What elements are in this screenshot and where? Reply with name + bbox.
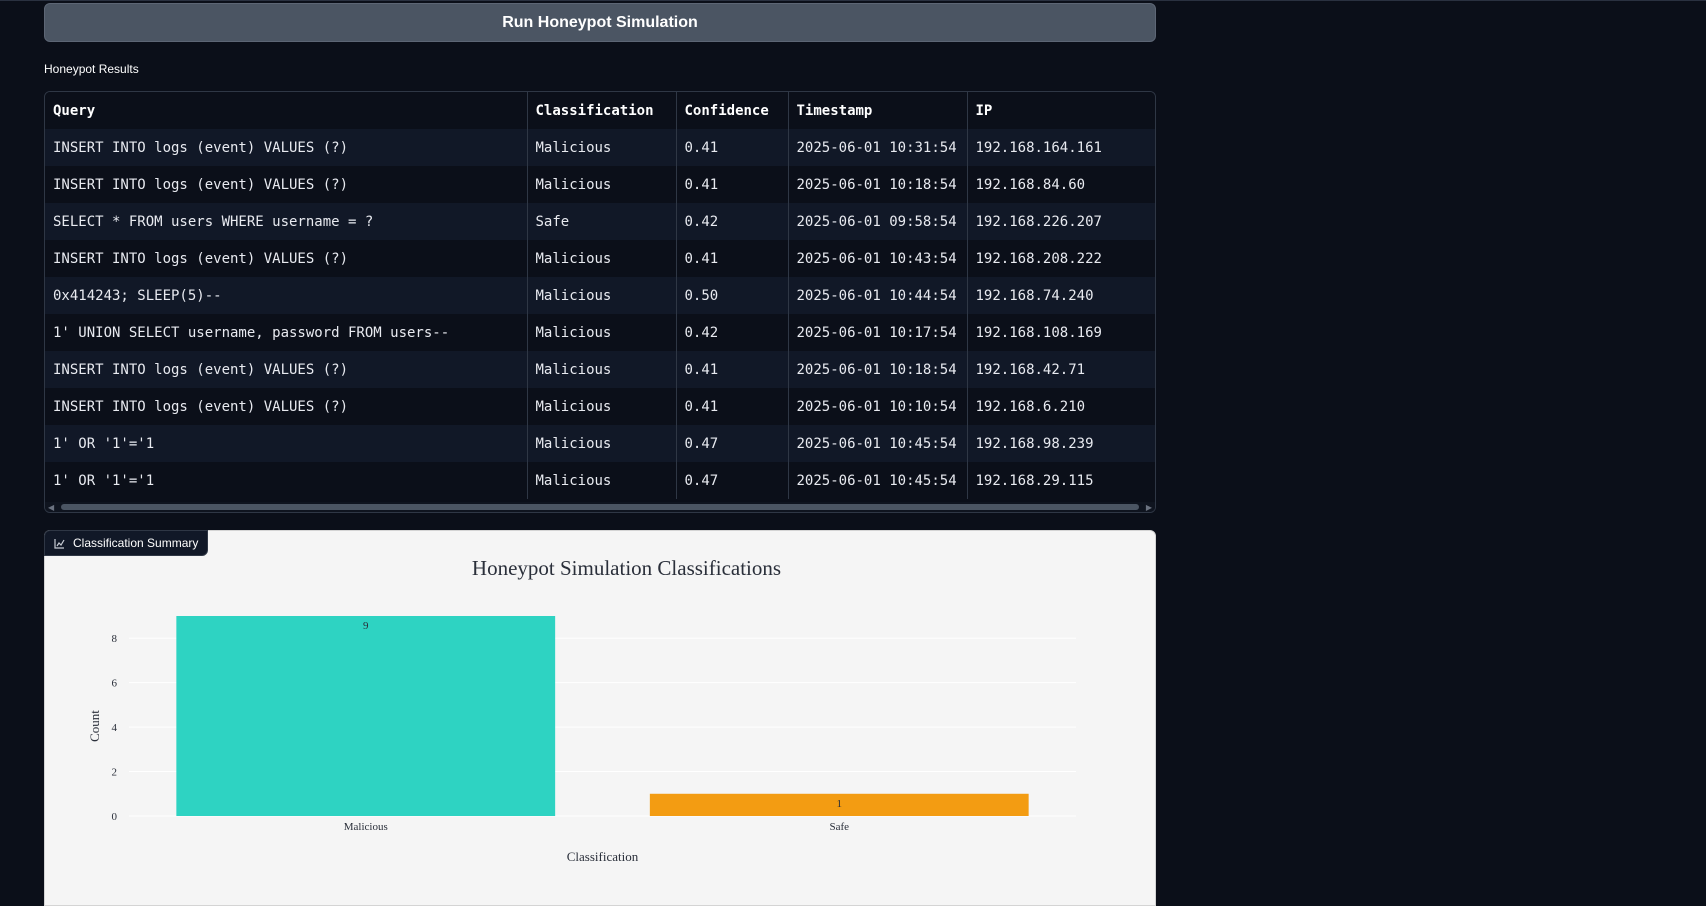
cell-classification: Malicious [527, 314, 677, 351]
y-tick-label: 6 [112, 678, 118, 690]
column-header-query[interactable]: Query [45, 92, 528, 129]
cell-timestamp: 2025-06-01 10:10:54 [788, 388, 968, 425]
cell-ip: 192.168.164.161 [967, 129, 1155, 166]
cell-timestamp: 2025-06-01 10:44:54 [788, 277, 968, 314]
cell-query: 0x414243; SLEEP(5)-- [45, 277, 528, 314]
cell-timestamp: 2025-06-01 09:58:54 [788, 203, 968, 240]
cell-timestamp: 2025-06-01 10:18:54 [788, 166, 968, 203]
cell-classification: Malicious [527, 425, 677, 462]
table-header-row: Query Classification Confidence Timestam… [45, 92, 1155, 129]
cell-classification: Malicious [527, 351, 677, 388]
results-label: Honeypot Results [44, 62, 139, 76]
table-row[interactable]: INSERT INTO logs (event) VALUES (?) Malic… [45, 129, 1155, 166]
cell-confidence: 0.41 [676, 129, 789, 166]
table-row[interactable]: 1' UNION SELECT username, password FROM … [45, 314, 1155, 351]
scroll-right-icon[interactable]: ▶ [1146, 504, 1152, 512]
cell-ip: 192.168.98.239 [967, 425, 1155, 462]
cell-ip: 192.168.74.240 [967, 277, 1155, 314]
y-tick-label: 0 [112, 811, 118, 823]
cell-ip: 192.168.226.207 [967, 203, 1155, 240]
cell-classification: Malicious [527, 166, 677, 203]
cell-query: SELECT * FROM users WHERE username = ? [45, 203, 528, 240]
top-border [0, 0, 1706, 1]
bar-malicious [176, 616, 556, 816]
horizontal-scrollbar[interactable]: ◀ ▶ [45, 502, 1155, 512]
x-tick-label: Safe [829, 821, 849, 833]
bar-value-label: 1 [837, 798, 843, 810]
cell-classification: Malicious [527, 388, 677, 425]
cell-ip: 192.168.208.222 [967, 240, 1155, 277]
column-header-confidence[interactable]: Confidence [676, 92, 789, 129]
y-axis-label: Count [87, 710, 102, 742]
cell-classification: Malicious [527, 277, 677, 314]
table-row[interactable]: SELECT * FROM users WHERE username = ? Sa… [45, 203, 1155, 240]
cell-timestamp: 2025-06-01 10:17:54 [788, 314, 968, 351]
cell-query: INSERT INTO logs (event) VALUES (?) [45, 388, 528, 425]
table-row[interactable]: INSERT INTO logs (event) VALUES (?) Malic… [45, 240, 1155, 277]
cell-ip: 192.168.42.71 [967, 351, 1155, 388]
column-header-classification[interactable]: Classification [527, 92, 677, 129]
y-tick-label: 4 [112, 722, 118, 734]
cell-query: INSERT INTO logs (event) VALUES (?) [45, 166, 528, 203]
cell-confidence: 0.50 [676, 277, 789, 314]
summary-tab-label: Classification Summary [73, 536, 199, 550]
chart-title: Honeypot Simulation Classifications [472, 556, 781, 580]
cell-query: INSERT INTO logs (event) VALUES (?) [45, 129, 528, 166]
results-table: Query Classification Confidence Timestam… [45, 92, 1155, 499]
cell-query: 1' OR '1'='1 [45, 462, 528, 499]
cell-timestamp: 2025-06-01 10:18:54 [788, 351, 968, 388]
cell-query: INSERT INTO logs (event) VALUES (?) [45, 240, 528, 277]
x-axis-label: Classification [567, 849, 639, 864]
cell-ip: 192.168.108.169 [967, 314, 1155, 351]
cell-classification: Malicious [527, 129, 677, 166]
cell-query: 1' UNION SELECT username, password FROM … [45, 314, 528, 351]
classification-bar-chart: Honeypot Simulation Classifications 0 2 4 6 8… [87, 556, 1076, 864]
y-tick-label: 8 [112, 633, 118, 645]
cell-confidence: 0.41 [676, 388, 789, 425]
cell-timestamp: 2025-06-01 10:31:54 [788, 129, 968, 166]
table-row[interactable]: 1' OR '1'='1 Malicious 0.47 2025-06-01 10:4… [45, 462, 1155, 499]
results-table-container[interactable]: Query Classification Confidence Timestam… [44, 91, 1156, 513]
cell-classification: Malicious [527, 240, 677, 277]
column-header-ip[interactable]: IP [967, 92, 1155, 129]
x-tick-label: Malicious [344, 821, 388, 833]
y-tick-label: 2 [112, 767, 118, 779]
cell-ip: 192.168.6.210 [967, 388, 1155, 425]
run-simulation-button[interactable]: Run Honeypot Simulation [44, 3, 1156, 42]
cell-classification: Safe [527, 203, 677, 240]
table-row[interactable]: 1' OR '1'='1 Malicious 0.47 2025-06-01 10:4… [45, 425, 1155, 462]
table-row[interactable]: INSERT INTO logs (event) VALUES (?) Malic… [45, 351, 1155, 388]
chart-icon [54, 538, 65, 549]
cell-ip: 192.168.84.60 [967, 166, 1155, 203]
cell-query: 1' OR '1'='1 [45, 425, 528, 462]
scrollbar-thumb[interactable] [61, 504, 1139, 510]
bar-value-label: 9 [363, 620, 369, 632]
cell-timestamp: 2025-06-01 10:45:54 [788, 425, 968, 462]
cell-confidence: 0.47 [676, 425, 789, 462]
column-header-timestamp[interactable]: Timestamp [788, 92, 968, 129]
classification-summary-tab[interactable]: Classification Summary [44, 530, 209, 556]
table-row[interactable]: 0x414243; SLEEP(5)-- Malicious 0.50 2025-06… [45, 277, 1155, 314]
cell-timestamp: 2025-06-01 10:45:54 [788, 462, 968, 499]
table-row[interactable]: INSERT INTO logs (event) VALUES (?) Malic… [45, 166, 1155, 203]
cell-confidence: 0.41 [676, 166, 789, 203]
cell-classification: Malicious [527, 462, 677, 499]
scroll-left-icon[interactable]: ◀ [48, 504, 54, 512]
cell-query: INSERT INTO logs (event) VALUES (?) [45, 351, 528, 388]
cell-confidence: 0.42 [676, 314, 789, 351]
table-row[interactable]: INSERT INTO logs (event) VALUES (?) Malic… [45, 388, 1155, 425]
classification-chart-panel: Honeypot Simulation Classifications 0 2 4 6 8… [44, 530, 1156, 906]
cell-timestamp: 2025-06-01 10:43:54 [788, 240, 968, 277]
cell-confidence: 0.47 [676, 462, 789, 499]
cell-confidence: 0.42 [676, 203, 789, 240]
cell-confidence: 0.41 [676, 240, 789, 277]
cell-ip: 192.168.29.115 [967, 462, 1155, 499]
cell-confidence: 0.41 [676, 351, 789, 388]
